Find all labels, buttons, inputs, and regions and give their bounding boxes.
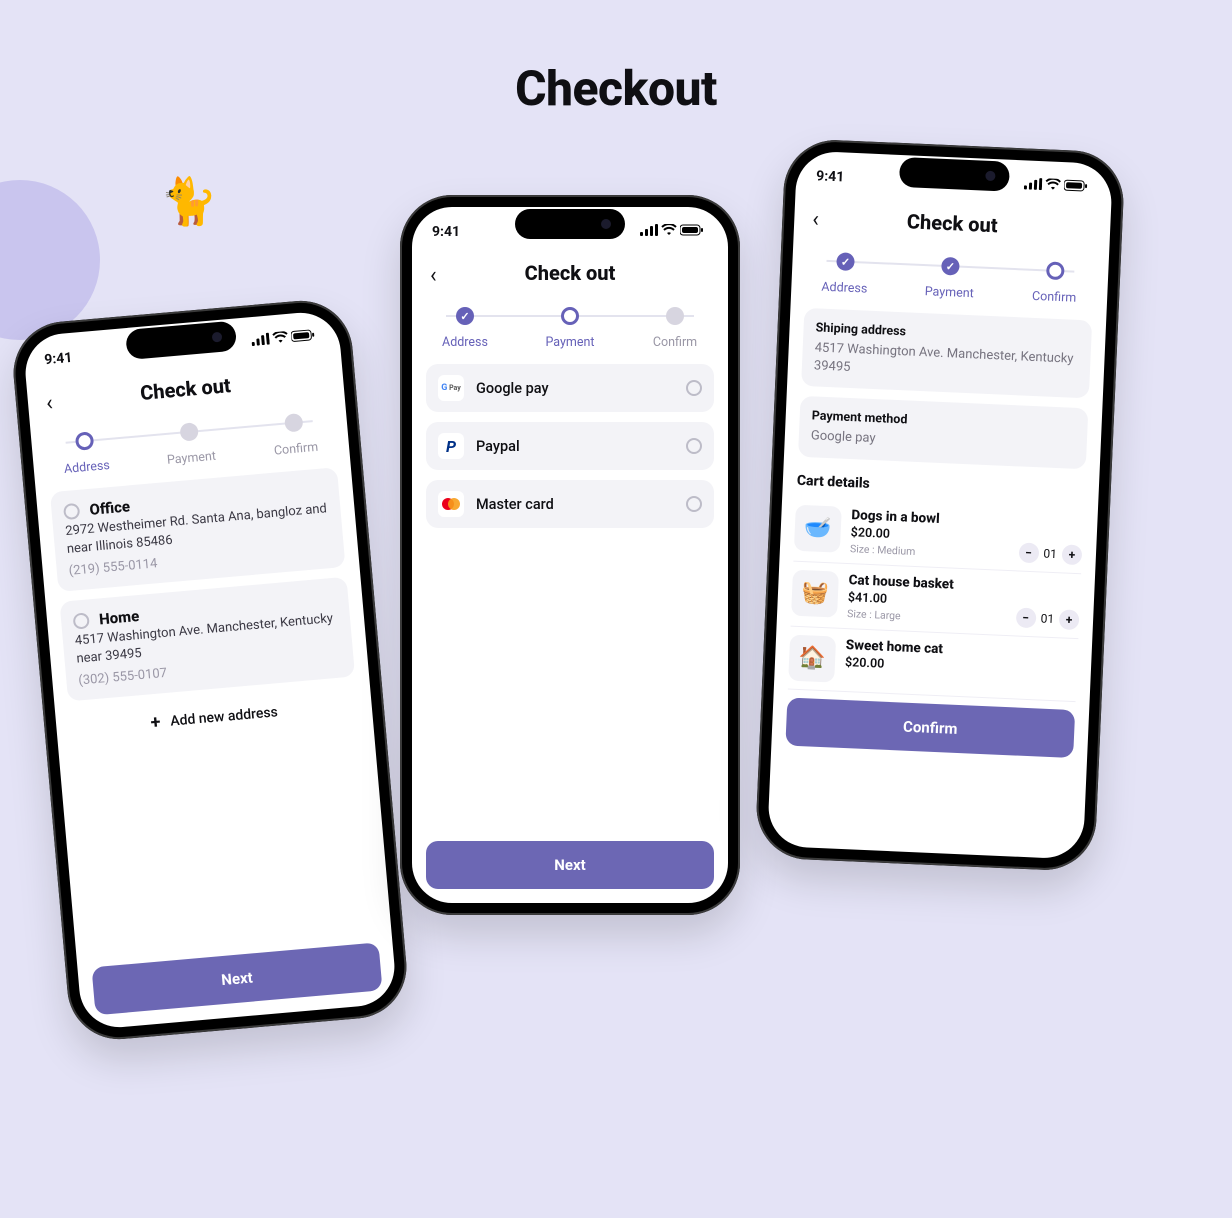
step-confirm[interactable]: Confirm (640, 307, 710, 350)
product-thumb: 🧺 (791, 569, 839, 617)
battery-icon (1064, 179, 1089, 196)
phone-address: 9:41 ‹ Check out Address (9, 297, 410, 1044)
address-name: Office (89, 497, 131, 518)
status-time: 9:41 (432, 224, 460, 240)
payment-option-googlepay[interactable]: G Pay Google pay (426, 364, 714, 412)
dynamic-island (515, 209, 625, 239)
radio-icon[interactable] (686, 496, 702, 512)
battery-icon (291, 329, 316, 347)
payment-option-paypal[interactable]: P Paypal (426, 422, 714, 470)
stepper: ✓ Address ✓ Payment Confirm (805, 251, 1095, 307)
phone-payment: 9:41 ‹ Check out ✓ Address Payment (400, 195, 740, 915)
payment-option-mastercard[interactable]: Master card (426, 480, 714, 528)
decorative-circle (0, 180, 100, 340)
qty-plus-button[interactable]: + (1062, 544, 1083, 565)
address-name: Home (98, 607, 140, 628)
googlepay-icon: G Pay (438, 375, 464, 401)
back-icon[interactable]: ‹ (45, 391, 54, 416)
status-time: 9:41 (816, 168, 845, 185)
radio-icon[interactable] (686, 438, 702, 454)
product-thumb: 🏠 (788, 634, 836, 682)
step-address[interactable]: ✓ Address (430, 307, 500, 350)
stepper: Address Payment Confirm (45, 410, 336, 478)
shipping-address-section[interactable]: Shiping address 4517 Washington Ave. Man… (801, 308, 1092, 399)
next-button[interactable]: Next (426, 841, 714, 889)
dynamic-island (899, 157, 1010, 192)
qty-minus-button[interactable]: − (1018, 542, 1039, 563)
wifi-icon (1045, 178, 1062, 195)
product-thumb: 🥣 (794, 504, 842, 552)
paypal-icon: P (438, 433, 464, 459)
step-payment[interactable]: Payment (535, 307, 605, 350)
qty-minus-button[interactable]: − (1015, 607, 1036, 628)
wifi-icon (661, 224, 677, 240)
mastercard-icon (438, 491, 464, 517)
page-title: Checkout (0, 60, 1232, 117)
next-button[interactable]: Next (91, 942, 382, 1015)
phone-confirm: 9:41 ‹ Check out ✓ Address ✓ Payment (754, 138, 1125, 872)
stepper: ✓ Address Payment Confirm (426, 307, 714, 350)
signal-icon (1024, 177, 1043, 194)
step-payment[interactable]: Payment (154, 420, 227, 469)
qty-value: 01 (1043, 546, 1057, 561)
step-confirm[interactable]: Confirm (1019, 260, 1091, 306)
signal-icon (251, 333, 270, 351)
confirm-button[interactable]: Confirm (785, 697, 1075, 758)
radio-icon[interactable] (686, 380, 702, 396)
qty-value: 01 (1040, 611, 1054, 626)
screen-title: Check out (906, 209, 998, 237)
payment-method-section[interactable]: Payment method Google pay (798, 396, 1088, 469)
status-time: 9:41 (44, 350, 73, 368)
back-icon[interactable]: ‹ (430, 263, 437, 288)
screen-title: Check out (139, 373, 231, 405)
plus-icon: + (150, 712, 162, 734)
signal-icon (640, 224, 658, 240)
step-payment[interactable]: ✓ Payment (914, 256, 986, 302)
step-confirm[interactable]: Confirm (258, 411, 331, 460)
address-card-home[interactable]: Home 4517 Washington Ave. Manchester, Ke… (59, 577, 355, 702)
address-card-office[interactable]: Office 2972 Westheimer Rd. Santa Ana, ba… (50, 467, 346, 592)
cat-illustration: 🐈 (160, 175, 217, 229)
screen-title: Check out (525, 261, 616, 285)
qty-plus-button[interactable]: + (1059, 609, 1080, 630)
step-address[interactable]: ✓ Address (809, 251, 881, 297)
radio-icon[interactable] (73, 612, 90, 629)
cart-item: 🏠 Sweet home cat $20.00 (788, 626, 1078, 702)
wifi-icon (272, 331, 289, 348)
back-icon[interactable]: ‹ (812, 207, 820, 232)
battery-icon (680, 224, 704, 240)
radio-icon[interactable] (63, 503, 80, 520)
cart-details-heading: Cart details (797, 472, 1085, 501)
step-address[interactable]: Address (49, 429, 122, 478)
